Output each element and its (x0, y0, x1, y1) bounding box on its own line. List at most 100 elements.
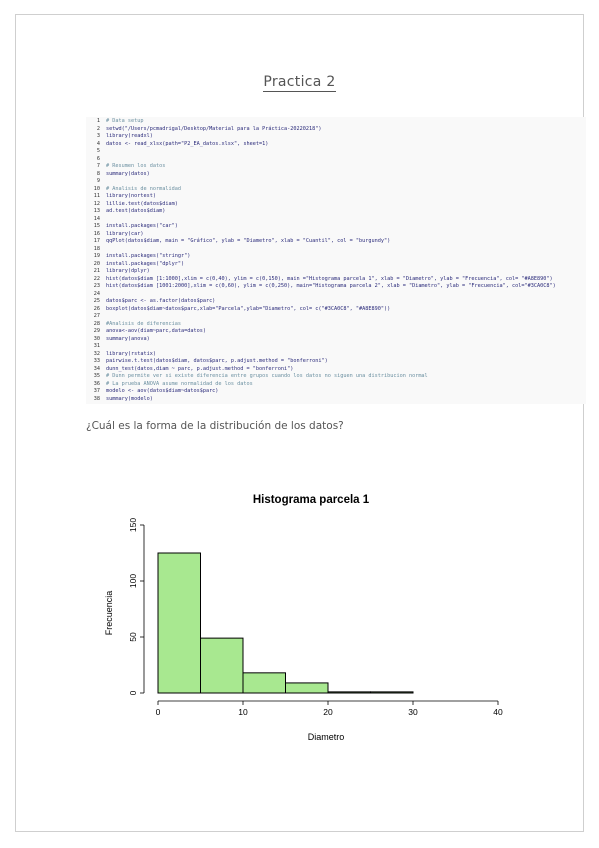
line-number: 16 (93, 230, 100, 237)
code-line: 23 hist(datos$diam [1001:2000],xlim = c(0… (86, 283, 556, 290)
chart-title: Histograma parcela 1 (253, 494, 370, 506)
code-line: 13 ad.test(datos$diam) (86, 208, 166, 215)
code-line: 30 summary(anova) (86, 336, 150, 343)
line-number: 6 (96, 155, 100, 162)
histogram-bar (157, 552, 201, 694)
code-line: 19 install.packages("stringr") (86, 253, 191, 260)
document-title: Practica 2 (263, 74, 336, 92)
code-text: hist(datos$diam [1001:2000],xlim = c(0,6… (106, 283, 556, 289)
line-number: 2 (96, 125, 100, 132)
document-page: Practica 2 1 # Data setup 2 setwd("/Users/p… (15, 14, 586, 832)
code-line: 38 summary(modelo) (86, 396, 153, 403)
code-line: 37 modelo <- aov(datos$diam~datos$parc) (86, 388, 219, 395)
code-line: 35 # Dunn permite ver si existe diferenci… (86, 373, 428, 380)
code-text: # La prueba ANOVA asume normalidad de lo… (106, 380, 253, 387)
line-number: 23 (93, 283, 100, 289)
line-number: 8 (96, 170, 100, 177)
code-text: # Analisis de normalidad (106, 185, 181, 192)
line-number: 5 (96, 148, 100, 154)
line-number: 19 (93, 253, 100, 259)
code-line: 1 # Data setup (86, 118, 144, 125)
histogram-bar (242, 672, 286, 694)
y-tick-label: 150 (128, 518, 138, 532)
line-number: 28 (93, 320, 100, 327)
code-line: 28 #Analisis de diferencias (86, 321, 181, 328)
code-line: 34 dunn_test(datos,diam ~ parc, p.adjust.… (86, 365, 294, 373)
code-text: lillie.test(datos$diam) (106, 200, 178, 207)
y-axis: 0 50 100 150 (128, 518, 145, 695)
code-line: 3 library(readxl) (86, 133, 153, 140)
x-tick-label: 0 (156, 707, 161, 717)
line-number: 34 (93, 365, 100, 372)
code-line: 27 (86, 313, 106, 320)
line-number: 21 (93, 268, 100, 274)
code-text: boxplot(datos$diam~datos$parc,xlab="Parc… (106, 305, 391, 312)
code-line: 11 library(nortest) (86, 193, 156, 200)
code-line: 12 lillie.test(datos$diam) (86, 201, 178, 208)
line-number: 3 (96, 133, 100, 139)
x-tick-label: 10 (238, 707, 248, 717)
histogram-bar (285, 682, 329, 694)
x-tick-label: 20 (323, 707, 333, 717)
code-line: 16 library(car) (86, 230, 144, 238)
code-line: 17 qqPlot(datos$diam, main = "Gráfico", y… (86, 238, 390, 245)
code-line: 21 library(dplyr) (86, 268, 150, 275)
code-text: # Data setup (106, 118, 144, 124)
line-number: 30 (93, 335, 100, 342)
code-text: dunn_test(datos,diam ~ parc, p.adjust.me… (106, 365, 294, 372)
code-line: 7 # Resumen los datos (86, 163, 165, 170)
line-number: 18 (93, 245, 100, 252)
y-tick-label: 0 (128, 690, 138, 695)
code-line: 24 (86, 291, 106, 298)
code-line: 26 boxplot(datos$diam~datos$parc,xlab="Pa… (86, 306, 390, 313)
line-number: 20 (93, 260, 100, 267)
code-text: summary(modelo) (106, 395, 153, 402)
code-text: library(nortest) (106, 193, 156, 199)
code-line: 25 datos$parc <- as.factor(datos$parc) (86, 298, 216, 305)
x-tick-label: 30 (408, 707, 418, 717)
code-text: library(rstatix) (106, 350, 156, 357)
code-line: 33 pairwise.t.test(datos$diam, datos$parc… (86, 358, 328, 365)
line-number: 36 (93, 380, 100, 387)
line-number: 7 (96, 163, 100, 169)
code-text: datos$parc <- as.factor(datos$parc) (106, 298, 216, 304)
line-number: 37 (93, 388, 100, 394)
line-number: 33 (93, 358, 100, 364)
code-text: hist(datos$diam [1:1000],xlim = c(0,40),… (106, 275, 553, 282)
line-number: 11 (93, 193, 100, 199)
code-text: library(car) (106, 230, 144, 237)
x-axis-label: Diametro (308, 732, 345, 742)
histogram-chart: Histograma parcela 1 Diametro Frecuencia… (104, 494, 503, 742)
line-number: 32 (93, 350, 100, 357)
code-line: 4 datos <- read_xlsx(path="P2_EA_datos.xl… (86, 141, 269, 148)
code-line: 18 (86, 246, 106, 253)
question-text: ¿Cuál es la forma de la distribución de … (86, 420, 344, 432)
code-line: 36 # La prueba ANOVA asume normalidad de … (86, 381, 253, 388)
code-line: 9 (86, 178, 106, 185)
code-line: 32 library(rstatix) (86, 351, 156, 358)
line-number: 13 (93, 208, 100, 214)
code-text: #Analisis de diferencias (106, 320, 181, 327)
x-tick-label: 40 (493, 707, 503, 717)
code-text: summary(anova) (106, 335, 150, 342)
code-text: library(dplyr) (106, 268, 150, 274)
code-text: install.packages("dplyr") (106, 260, 185, 267)
line-number: 1 (96, 118, 100, 124)
line-number: 24 (93, 290, 100, 297)
code-line: 15 install.packages("car") (86, 223, 178, 230)
code-text: library(readxl) (106, 133, 153, 139)
code-line: 6 (86, 156, 106, 163)
y-axis-label: Frecuencia (104, 591, 114, 636)
code-text: install.packages("stringr") (106, 253, 191, 259)
histogram-bar (370, 691, 414, 694)
code-text: anova<-aov(diam~parc,data=datos) (106, 328, 206, 334)
code-line: 2 setwd("/Users/pcmadrigal/Desktop/Materi… (86, 126, 322, 133)
code-text: ad.test(datos$diam) (106, 208, 166, 214)
line-number: 15 (93, 223, 100, 229)
y-tick-label: 100 (128, 574, 138, 588)
code-text: qqPlot(datos$diam, main = "Gráfico", yla… (106, 238, 391, 244)
code-text: setwd("/Users/pcmadrigal/Desktop/Materia… (106, 125, 322, 132)
code-line: 14 (86, 216, 106, 223)
code-text: summary(datos) (106, 170, 150, 177)
code-text: pairwise.t.test(datos$diam, datos$parc, … (106, 358, 328, 364)
